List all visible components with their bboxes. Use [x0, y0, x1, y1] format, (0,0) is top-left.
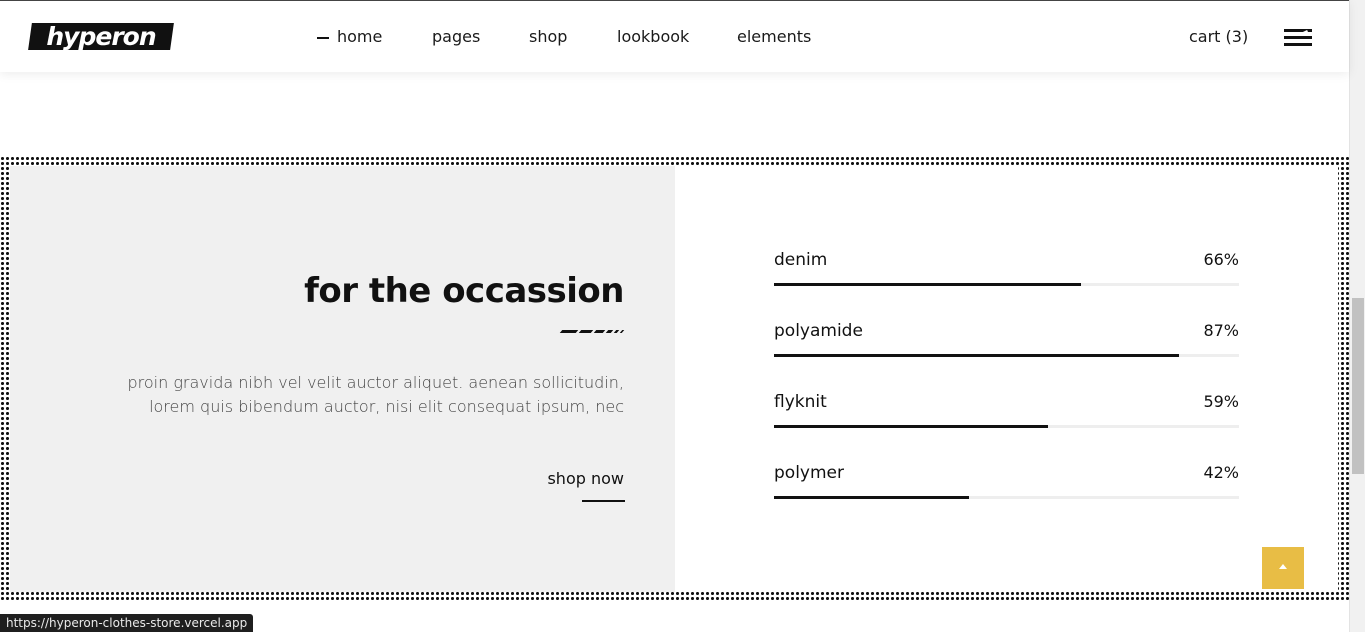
page-scrollbar[interactable] — [1349, 0, 1365, 632]
skill-percent: 87% — [1203, 321, 1239, 340]
nav-pages[interactable]: pages — [432, 27, 480, 47]
skill-polymer: polymer 42% — [774, 463, 1239, 503]
logo[interactable]: hyperon — [28, 22, 174, 51]
skill-name: polymer — [774, 463, 844, 483]
heading-decoration — [559, 330, 625, 334]
skill-percent: 42% — [1203, 463, 1239, 482]
skill-name: polyamide — [774, 321, 863, 341]
scrollbar-thumb[interactable] — [1352, 298, 1364, 474]
promo-section: for the occassion proin gravida nibh vel… — [0, 156, 1349, 602]
skill-track — [774, 283, 1239, 286]
skill-name: denim — [774, 250, 828, 270]
logo-text: hyperon — [46, 22, 156, 51]
arrow-up-icon — [1279, 564, 1287, 569]
nav-lookbook[interactable]: lookbook — [617, 27, 689, 47]
skill-fill — [774, 283, 1081, 286]
menu-icon[interactable] — [1284, 29, 1312, 47]
skill-percent: 59% — [1203, 392, 1239, 411]
skill-flyknit: flyknit 59% — [774, 392, 1239, 432]
promo-description: proin gravida nibh vel velit auctor aliq… — [127, 373, 624, 416]
promo-heading: for the occassion — [304, 271, 624, 311]
shop-now-underline — [582, 500, 625, 502]
skill-fill — [774, 354, 1179, 357]
nav-home[interactable]: home — [337, 27, 382, 47]
skill-fill — [774, 425, 1049, 428]
promo-inner: for the occassion proin gravida nibh vel… — [10, 166, 1338, 592]
skill-track — [774, 425, 1239, 428]
back-to-top-button[interactable] — [1262, 547, 1304, 589]
skill-polyamide: polyamide 87% — [774, 321, 1239, 361]
active-nav-indicator — [317, 37, 329, 39]
skill-denim: denim 66% — [774, 250, 1239, 290]
shop-now-link[interactable]: shop now — [547, 469, 624, 488]
cart-link[interactable]: cart (3) — [1189, 27, 1248, 47]
status-bar-url: https://hyperon-clothes-store.vercel.app — [0, 614, 254, 632]
nav-elements[interactable]: elements — [737, 27, 811, 47]
nav-shop[interactable]: shop — [529, 27, 567, 47]
skill-fill — [774, 496, 970, 499]
promo-left-panel: for the occassion proin gravida nibh vel… — [10, 166, 675, 592]
skill-track — [774, 354, 1239, 357]
skill-name: flyknit — [774, 392, 827, 412]
site-header: hyperon home pages shop lookbook element… — [0, 0, 1349, 72]
skill-percent: 66% — [1203, 250, 1239, 269]
skill-track — [774, 496, 1239, 499]
